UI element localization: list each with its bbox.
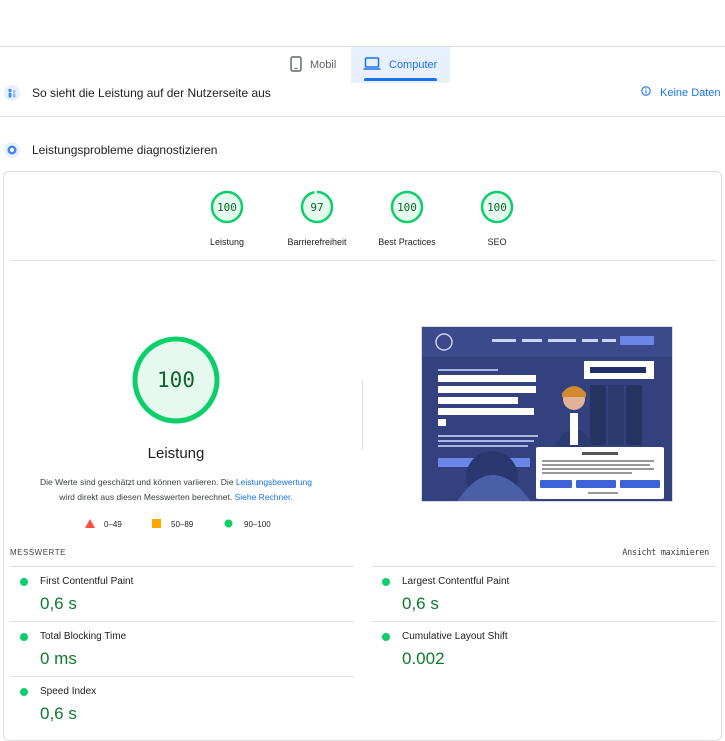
metric-lcp-value: 0,6 s [402,594,439,613]
field-data-title: So sieht die Leistung auf der Nutzerseit… [32,86,271,100]
calculator-link[interactable]: Siehe Rechner. [235,492,293,502]
square-icon [152,519,161,530]
info-icon [641,86,651,99]
legend-average-label: 50–89 [171,520,194,529]
circle-icon [224,519,233,530]
metric-tbt-value: 0 ms [40,649,77,668]
gauge-performance[interactable]: 100 [210,190,244,224]
good-dot-icon [382,578,390,586]
score-description: Die Werte sind geschätzt und können vari… [20,475,332,505]
gauge-performance-label: Leistung [209,237,245,247]
gauge-best-practices-label: Best Practices [378,237,436,247]
performance-score-link[interactable]: Leistungsbewertung [236,477,312,487]
field-data-header: So sieht die Leistung auf der Nutzerseit… [0,83,725,103]
metrics-title: MESSWERTE [10,548,66,557]
triangle-icon [85,519,95,530]
metric-fcp-label: First Contentful Paint [40,576,134,587]
tab-mobile-label: Mobil [310,59,337,71]
metric-divider [372,621,716,622]
gauge-seo[interactable]: 100 [480,190,514,224]
gauge-performance-value: 100 [217,200,237,214]
metric-cls-label: Cumulative Layout Shift [402,631,508,642]
expand-view-button[interactable]: Ansicht maximieren [600,548,709,558]
description-text-2: wird direkt aus diesen Messwerten berech… [59,492,235,502]
metric-divider [10,676,354,677]
metric-si-label: Speed Index [40,686,97,697]
good-dot-icon [20,578,28,586]
legend-good: 90–100 [224,519,271,530]
metric-fcp-value: 0,6 s [40,594,77,613]
laptop-icon [355,57,389,73]
tab-computer[interactable]: Computer [351,47,450,83]
good-dot-icon [20,688,28,696]
main-score-label: Leistung [147,445,205,462]
good-dot-icon [382,633,390,641]
metric-cls-value: 0.002 [402,649,445,668]
tab-computer-label: Computer [389,59,438,71]
users-icon [4,85,20,101]
phone-icon [282,55,310,75]
gauge-seo-label: SEO [487,237,507,247]
gauge-accessibility-value: 97 [310,200,324,214]
metric-lcp-label: Largest Contentful Paint [402,576,510,587]
gauge-accessibility-label: Barrierefreiheit [287,237,347,247]
description-text-1: Die Werte sind geschätzt und können vari… [39,477,236,487]
gauge-best-practices[interactable]: 100 [390,190,424,224]
vertical-divider [362,380,363,450]
metric-si-value: 0,6 s [40,704,77,723]
main-score-value: 100 [157,368,195,392]
active-tab-indicator [364,78,437,81]
no-data-label: Keine Daten [660,86,721,99]
gauges-divider [10,260,716,261]
metric-divider [10,566,354,567]
legend-good-label: 90–100 [244,520,271,529]
diagnose-icon [4,142,20,158]
lab-data-title: Leistungsprobleme diagnostizieren [32,143,218,157]
section-divider [0,116,725,117]
gauge-accessibility[interactable]: 97 [300,190,334,224]
metric-divider [10,621,354,622]
metric-tbt-label: Total Blocking Time [40,631,127,642]
metric-divider [372,566,716,567]
tab-mobile[interactable]: Mobil [282,47,350,83]
legend-poor: 0–49 [85,519,122,530]
gauge-best-practices-value: 100 [397,200,417,214]
legend-poor-label: 0–49 [104,520,122,529]
lab-data-header: Leistungsprobleme diagnostizieren [0,140,725,160]
main-score-gauge: 100 [131,335,221,425]
good-dot-icon [20,633,28,641]
page-screenshot-preview[interactable] [421,326,673,502]
no-data-link[interactable]: Keine Daten [641,86,721,99]
legend-average: 50–89 [152,519,193,530]
gauge-seo-value: 100 [487,200,507,214]
